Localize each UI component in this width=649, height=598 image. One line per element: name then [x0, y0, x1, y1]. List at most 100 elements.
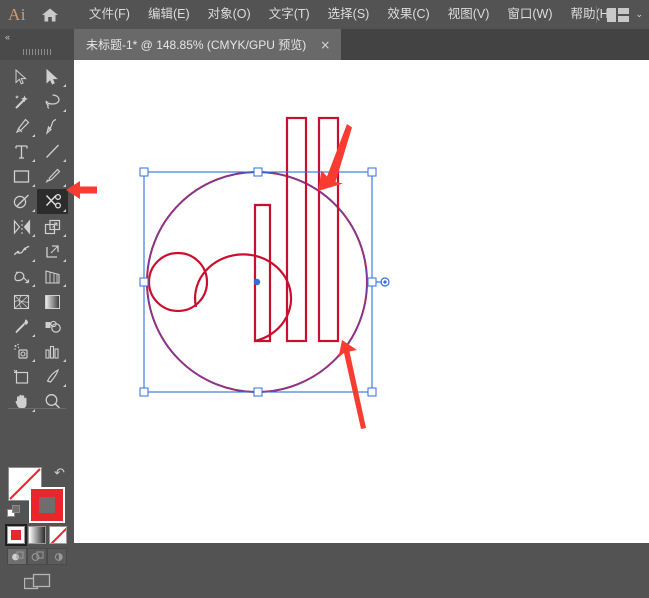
shaper-tool[interactable] [6, 189, 37, 214]
color-mode-button[interactable] [5, 524, 27, 546]
chevron-down-icon[interactable]: ⌄ [635, 10, 643, 19]
type-tool[interactable] [6, 139, 37, 164]
scale-tool[interactable] [37, 214, 68, 239]
shaper-icon [13, 194, 29, 209]
pen-tool[interactable] [6, 114, 37, 139]
eyedropper-icon [15, 319, 28, 334]
selection-handle-bc[interactable] [253, 387, 263, 397]
zoom-tool[interactable] [37, 389, 68, 414]
mesh-icon [13, 294, 30, 309]
blend-tool[interactable] [37, 314, 68, 339]
paintbrush-tool[interactable] [37, 164, 68, 189]
artboard-icon [13, 369, 29, 384]
selection-handle-bl[interactable] [139, 387, 149, 397]
tool-flyout-indicator[interactable] [63, 359, 66, 362]
scissors-tool[interactable] [37, 189, 68, 214]
selection-handle-br[interactable] [367, 387, 377, 397]
magic-wand-tool[interactable] [6, 89, 37, 114]
menu-object[interactable]: 对象(O) [199, 0, 260, 29]
tool-flyout-indicator[interactable] [32, 184, 35, 187]
transform-origin-dot[interactable] [253, 278, 261, 286]
scissors-icon [45, 193, 61, 209]
swap-fill-stroke-icon[interactable]: ↶ [54, 465, 65, 481]
direct-selection-tool[interactable] [37, 64, 68, 89]
illustrator-window: Ai 文件(F) 编辑(E) 对象(O) 文字(T) 选择(S) 效果(C) 视… [0, 0, 649, 590]
menu-file[interactable]: 文件(F) [80, 0, 139, 29]
tool-flyout-indicator[interactable] [63, 84, 66, 87]
free-transform-tool[interactable] [37, 239, 68, 264]
tool-flyout-indicator[interactable] [32, 134, 35, 137]
collapse-panel-icon[interactable]: « [5, 32, 10, 42]
tool-flyout-indicator[interactable] [63, 109, 66, 112]
default-fill-stroke-icon[interactable] [7, 505, 21, 519]
draw-behind-icon [31, 551, 43, 561]
lasso-tool[interactable] [37, 89, 68, 114]
shape-builder-tool[interactable] [6, 264, 37, 289]
panel-drag-handle[interactable] [23, 49, 51, 55]
selection-handle-tr[interactable] [367, 167, 377, 177]
tool-flyout-indicator[interactable] [32, 234, 35, 237]
bar-chart-icon [45, 345, 59, 359]
shape-builder-icon [13, 271, 29, 284]
artboard-tool[interactable] [6, 364, 37, 389]
tool-flyout-indicator[interactable] [32, 259, 35, 262]
tool-flyout-indicator[interactable] [32, 359, 35, 362]
curvature-tool[interactable] [37, 114, 68, 139]
symbol-sprayer-tool[interactable] [6, 339, 37, 364]
menu-window[interactable]: 窗口(W) [498, 0, 561, 29]
tool-flyout-indicator[interactable] [32, 159, 35, 162]
slice-tool[interactable] [37, 364, 68, 389]
selection-handle-mr[interactable] [367, 277, 377, 287]
direct-selection-arrow-icon [46, 68, 58, 84]
menu-type[interactable]: 文字(T) [260, 0, 319, 29]
gradient-mode-button[interactable] [28, 526, 46, 544]
tool-flyout-indicator[interactable] [63, 159, 66, 162]
none-mode-button[interactable] [49, 526, 67, 544]
draw-inside-button[interactable] [47, 548, 67, 565]
selection-handle-tc[interactable] [253, 167, 263, 177]
perspective-grid-tool[interactable] [37, 264, 68, 289]
screen-mode-button[interactable] [23, 573, 51, 598]
magic-wand-icon [15, 95, 28, 109]
all-text-outline[interactable] [147, 116, 340, 343]
gradient-tool[interactable] [37, 289, 68, 314]
menu-view[interactable]: 视图(V) [439, 0, 499, 29]
hand-tool[interactable] [6, 389, 37, 414]
tool-flyout-indicator[interactable] [32, 409, 35, 412]
workspace-layout-icon[interactable] [607, 7, 630, 22]
stroke-swatch-center [39, 497, 55, 513]
tool-flyout-indicator[interactable] [63, 384, 66, 387]
selection-tool[interactable] [6, 64, 37, 89]
tool-flyout-indicator[interactable] [63, 209, 66, 212]
workspace-switcher[interactable]: ⌄ [596, 0, 643, 29]
stroke-swatch[interactable] [29, 487, 65, 523]
draw-normal-button[interactable] [7, 548, 27, 565]
eyedropper-tool[interactable] [6, 314, 37, 339]
selection-handle-ml[interactable] [139, 277, 149, 287]
tool-flyout-indicator[interactable] [32, 209, 35, 212]
rectangle-tool[interactable] [6, 164, 37, 189]
selection-handle-tl[interactable] [139, 167, 149, 177]
document-tab[interactable]: 未标题-1* @ 148.85% (CMYK/GPU 预览) × [74, 29, 341, 60]
tool-flyout-indicator[interactable] [63, 234, 66, 237]
menu-divider [596, 6, 598, 23]
menu-select[interactable]: 选择(S) [319, 0, 379, 29]
tool-flyout-indicator[interactable] [32, 284, 35, 287]
home-button[interactable] [34, 0, 66, 29]
line-segment-tool[interactable] [37, 139, 68, 164]
draw-behind-button[interactable] [27, 548, 47, 565]
solid-color-icon [8, 527, 24, 543]
tool-flyout-indicator[interactable] [63, 284, 66, 287]
close-icon[interactable]: × [319, 38, 331, 52]
menu-edit[interactable]: 编辑(E) [139, 0, 199, 29]
width-warp-tool[interactable] [6, 239, 37, 264]
selection-bounding-box[interactable] [139, 167, 390, 397]
column-graph-tool[interactable] [37, 339, 68, 364]
tool-flyout-indicator[interactable] [32, 334, 35, 337]
artboard-canvas[interactable] [74, 60, 649, 543]
mesh-tool[interactable] [6, 289, 37, 314]
rotate-reflect-tool[interactable] [6, 214, 37, 239]
menu-effect[interactable]: 效果(C) [378, 0, 438, 29]
tool-flyout-indicator[interactable] [63, 184, 66, 187]
tool-flyout-indicator[interactable] [63, 259, 66, 262]
